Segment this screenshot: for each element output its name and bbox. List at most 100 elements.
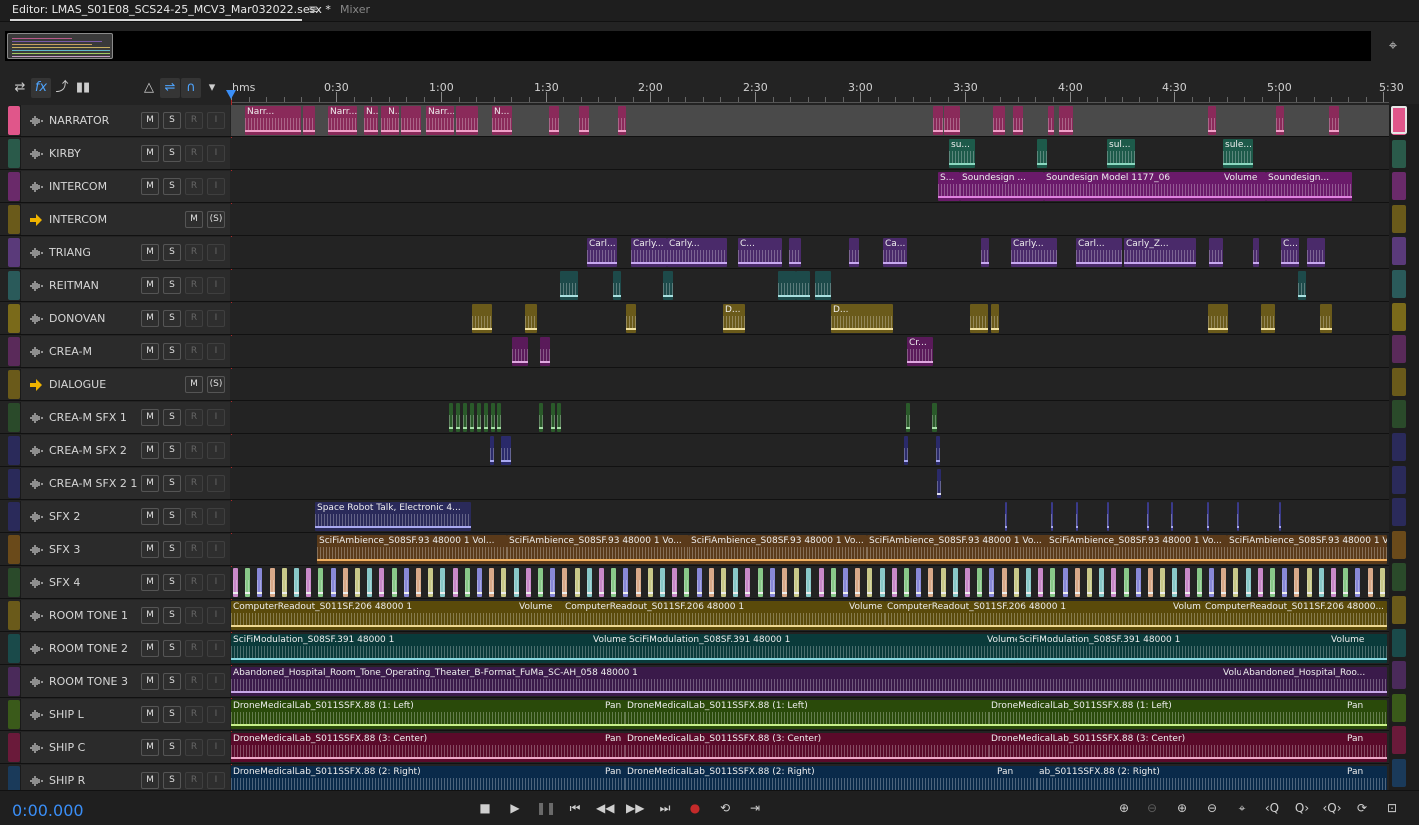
audio-clip[interactable] [1209, 568, 1214, 597]
solo-button[interactable]: S [163, 310, 181, 327]
audio-clip[interactable] [1051, 502, 1053, 531]
arm-record-button[interactable]: R [185, 145, 203, 162]
solo-button[interactable]: S [163, 409, 181, 426]
audio-clip[interactable] [1099, 568, 1105, 597]
audio-clip[interactable] [928, 568, 934, 597]
audio-clip[interactable] [306, 568, 312, 597]
audio-clip[interactable] [497, 403, 501, 432]
track-overview-marker[interactable] [1392, 302, 1406, 331]
solo-button[interactable]: S [163, 640, 181, 657]
zoom-out-point-icon[interactable]: Q› [1292, 799, 1312, 817]
metronome-icon[interactable]: △ [139, 78, 159, 98]
track-lane[interactable]: DroneMedicalLab_S011SSFX.88 (2: Right) Pa… [231, 765, 1389, 790]
audio-clip[interactable]: DroneMedicalLab_S011SSFX.88 (2: Right) Pa… [625, 766, 1037, 790]
audio-clip[interactable] [489, 568, 495, 597]
audio-clip[interactable] [342, 568, 348, 597]
track-overview-marker[interactable] [1392, 465, 1406, 494]
track-color-swatch[interactable] [8, 106, 20, 135]
track-lane[interactable]: ComputerReadout_S011SF.206 48000 1 Volume… [231, 600, 1389, 631]
track-header[interactable]: NARRATOR M S R I [20, 105, 230, 136]
track-overview-marker[interactable] [1392, 563, 1406, 592]
track-lane[interactable] [231, 270, 1389, 301]
audio-clip[interactable]: Soundesign ... [960, 172, 1044, 201]
track-name[interactable]: REITMAN [49, 279, 99, 292]
solo-button[interactable]: S [163, 145, 181, 162]
audio-clip[interactable] [623, 568, 629, 597]
audio-clip[interactable] [599, 568, 604, 597]
track-lane[interactable]: Carl... Carly... Carly... C... Ca... Carly...… [231, 237, 1389, 268]
monitor-input-button[interactable]: I [207, 343, 225, 360]
audio-clip[interactable] [1087, 568, 1092, 597]
audio-clip[interactable] [794, 568, 800, 597]
mute-button[interactable]: M [141, 409, 159, 426]
track-name[interactable]: SHIP L [49, 708, 84, 721]
record-icon[interactable]: ● [686, 799, 704, 817]
audio-clip[interactable] [1276, 106, 1284, 135]
track-lane[interactable] [231, 204, 1389, 235]
audio-clip[interactable] [416, 568, 421, 597]
switch-icon[interactable]: ⇄ [10, 78, 30, 98]
monitor-input-button[interactable]: I [207, 772, 225, 789]
audio-clip[interactable]: SciFiAmbience_S08SF.93 48000 1 Vol... [317, 535, 507, 564]
track-lane[interactable] [231, 369, 1389, 400]
mute-button[interactable]: M [141, 310, 159, 327]
solo-button[interactable]: S [163, 475, 181, 492]
audio-clip[interactable] [269, 568, 275, 597]
audio-clip[interactable]: C... [738, 238, 782, 267]
audio-clip[interactable]: ComputerReadout_S011SF.206 48000 1 Volume [231, 601, 563, 630]
track-lane[interactable] [231, 435, 1389, 466]
track-color-swatch[interactable] [8, 403, 20, 432]
track-lane[interactable]: DroneMedicalLab_S011SSFX.88 (3: Center) P… [231, 732, 1389, 763]
vertical-scrollbar[interactable] [1389, 104, 1419, 790]
monitor-input-button[interactable]: I [207, 508, 225, 525]
track-color-swatch[interactable] [8, 271, 20, 300]
audio-clip[interactable] [1196, 568, 1202, 597]
audio-clip[interactable]: D... [723, 304, 745, 333]
track-color-swatch[interactable] [8, 238, 20, 267]
loop-icon[interactable]: ⇌ [160, 78, 180, 98]
audio-clip[interactable]: DroneMedicalLab_S011SSFX.88 (3: Center) [625, 733, 991, 762]
audio-clip[interactable]: ComputerReadout_S011SF.206 48000 1 Volum [885, 601, 1203, 630]
track-header[interactable]: DONOVAN M S R I [20, 303, 230, 334]
audio-clip[interactable] [1237, 502, 1239, 531]
solo-button[interactable]: S [163, 442, 181, 459]
mute-button[interactable]: M [141, 145, 159, 162]
track-color-swatch[interactable] [8, 139, 20, 168]
audio-clip[interactable] [1367, 568, 1373, 597]
track-color-swatch[interactable] [8, 502, 20, 531]
mute-button[interactable]: M [141, 475, 159, 492]
overview-viewport-thumb[interactable] [7, 33, 113, 59]
track-overview-marker[interactable] [1392, 139, 1406, 168]
solo-button[interactable]: S [163, 574, 181, 591]
audio-clip[interactable]: D... [831, 304, 893, 333]
arm-record-button[interactable]: R [185, 574, 203, 591]
mute-button[interactable]: M [141, 673, 159, 690]
mute-button[interactable]: M [141, 706, 159, 723]
track-header[interactable]: DIALOGUE M (S) [20, 369, 230, 400]
audio-clip[interactable] [989, 568, 995, 597]
to-start-icon[interactable]: ⏮ [566, 799, 584, 817]
zoom-reset-icon[interactable]: ⊡ [1382, 799, 1402, 817]
track-header[interactable]: CREA-M SFX 2 1 MSRI [20, 468, 230, 499]
audio-clip[interactable] [981, 238, 989, 267]
timeline-ruler[interactable]: hms 0:30 1:00 1:30 2:00 2:30 3:00 3:30 4:00 4:30 5… [231, 78, 1404, 103]
track-lane[interactable]: D... D... [231, 303, 1389, 334]
track-lane[interactable] [231, 468, 1389, 499]
audio-clip[interactable] [796, 271, 810, 300]
arm-record-button[interactable]: R [185, 409, 203, 426]
audio-clip[interactable] [477, 403, 481, 432]
audio-clip[interactable] [843, 568, 848, 597]
mute-button[interactable]: M [141, 343, 159, 360]
audio-clip[interactable] [937, 469, 941, 498]
track-name[interactable]: CREA-M [49, 345, 92, 358]
track-name[interactable]: CREA-M SFX 1 [49, 411, 127, 424]
audio-clip[interactable] [303, 106, 315, 135]
fx-icon[interactable]: fx [31, 78, 51, 98]
audio-clip[interactable]: ab_S011SSFX.88 (2: Right) Pan [1037, 766, 1387, 790]
audio-clip[interactable]: SciFiAmbience_S08SF.93 48000 1 Vo... [689, 535, 867, 564]
mute-button[interactable]: M [141, 244, 159, 261]
audio-clip[interactable] [1135, 568, 1141, 597]
audio-clip[interactable]: Carly... [1011, 238, 1057, 267]
zoom-tracks-icon[interactable]: ⟳ [1352, 799, 1372, 817]
audio-clip[interactable] [245, 568, 251, 597]
